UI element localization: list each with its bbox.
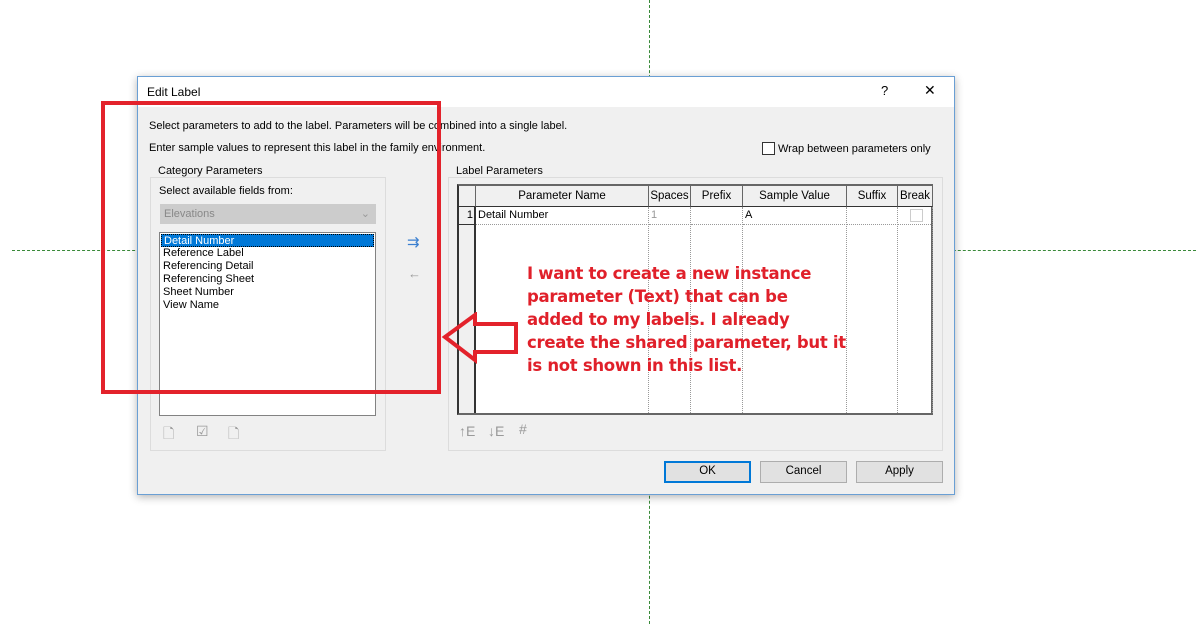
- cell-suffix[interactable]: [847, 207, 898, 225]
- cell-break[interactable]: [898, 207, 933, 225]
- cell-name[interactable]: Detail Number: [476, 207, 649, 225]
- column-divider: [932, 207, 933, 413]
- column-header[interactable]: Sample Value: [743, 186, 847, 207]
- close-button[interactable]: ✕: [924, 82, 936, 99]
- column-header[interactable]: Prefix: [691, 186, 743, 207]
- help-button[interactable]: ?: [881, 83, 888, 98]
- edit-parameter-icon[interactable]: ☑: [196, 423, 209, 440]
- move-up-icon[interactable]: ↑E: [459, 423, 475, 439]
- annotation-text: I want to create a new instance paramete…: [527, 264, 846, 375]
- cell-spaces[interactable]: 1: [649, 207, 691, 225]
- column-header[interactable]: Spaces: [649, 186, 691, 207]
- break-checkbox[interactable]: [909, 209, 923, 222]
- annotation-highlight-box: [101, 101, 441, 394]
- dialog-title: Edit Label: [147, 85, 201, 99]
- format-parameter-icon[interactable]: #: [519, 421, 527, 437]
- column-header[interactable]: Suffix: [847, 186, 898, 207]
- cancel-button[interactable]: Cancel: [760, 461, 847, 483]
- cell-sample[interactable]: A: [743, 207, 847, 225]
- row-number: 1: [459, 207, 476, 225]
- new-parameter-icon[interactable]: 🗋: [163, 423, 174, 447]
- ok-button[interactable]: OK: [664, 461, 751, 483]
- cell-prefix[interactable]: [691, 207, 743, 225]
- row-header-corner: [459, 186, 476, 207]
- wrap-label: Wrap between parameters only: [778, 143, 931, 155]
- column-divider: [897, 207, 898, 413]
- move-down-icon[interactable]: ↓E: [488, 423, 504, 439]
- delete-parameter-icon[interactable]: 🗋: [228, 423, 239, 447]
- column-header[interactable]: Break: [898, 186, 933, 207]
- apply-button[interactable]: Apply: [856, 461, 943, 483]
- column-header[interactable]: Parameter Name: [476, 186, 649, 207]
- label-params-legend: Label Parameters: [453, 165, 546, 177]
- wrap-checkbox[interactable]: [762, 142, 775, 155]
- annotation-arrow-icon: [441, 312, 518, 364]
